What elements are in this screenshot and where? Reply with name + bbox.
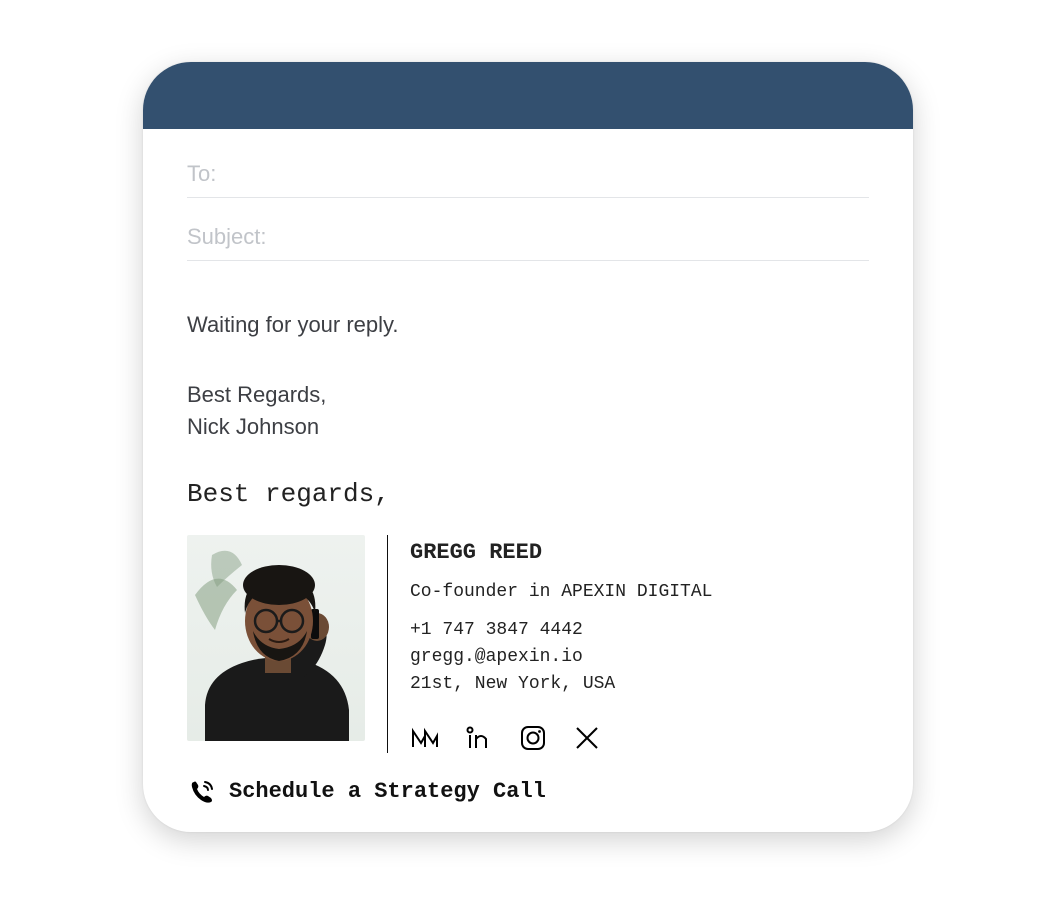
email-compose-card: To: Subject: Waiting for your reply. Bes… xyxy=(143,62,913,832)
linkedin-icon[interactable] xyxy=(464,723,494,753)
instagram-icon[interactable] xyxy=(518,723,548,753)
phone-call-icon xyxy=(189,779,215,805)
subject-label: Subject: xyxy=(187,224,267,249)
subject-field-row[interactable]: Subject: xyxy=(187,216,869,261)
to-field-row[interactable]: To: xyxy=(187,153,869,198)
x-twitter-icon[interactable] xyxy=(572,723,602,753)
signature-divider xyxy=(387,535,388,753)
signature-role: Co-founder in APEXIN DIGITAL xyxy=(410,581,712,604)
body-closing: Best Regards, xyxy=(187,379,869,411)
signature-phone: +1 747 3847 4442 xyxy=(410,619,712,642)
card-header-bar xyxy=(143,62,913,129)
schedule-call-label: Schedule a Strategy Call xyxy=(229,779,546,804)
body-line: Waiting for your reply. xyxy=(187,309,869,341)
email-body[interactable]: Waiting for your reply. Best Regards, Ni… xyxy=(143,261,913,443)
signature-name: GREGG REED xyxy=(410,539,712,568)
signature-block: Best regards, xyxy=(143,443,913,805)
medium-icon[interactable] xyxy=(410,723,440,753)
to-label: To: xyxy=(187,161,216,186)
signature-email: gregg.@apexin.io xyxy=(410,646,712,669)
signature-greeting: Best regards, xyxy=(187,479,869,509)
signature-address: 21st, New York, USA xyxy=(410,673,712,696)
avatar xyxy=(187,535,365,741)
social-links xyxy=(410,723,712,753)
body-sender: Nick Johnson xyxy=(187,411,869,443)
schedule-call-cta[interactable]: Schedule a Strategy Call xyxy=(189,779,869,805)
